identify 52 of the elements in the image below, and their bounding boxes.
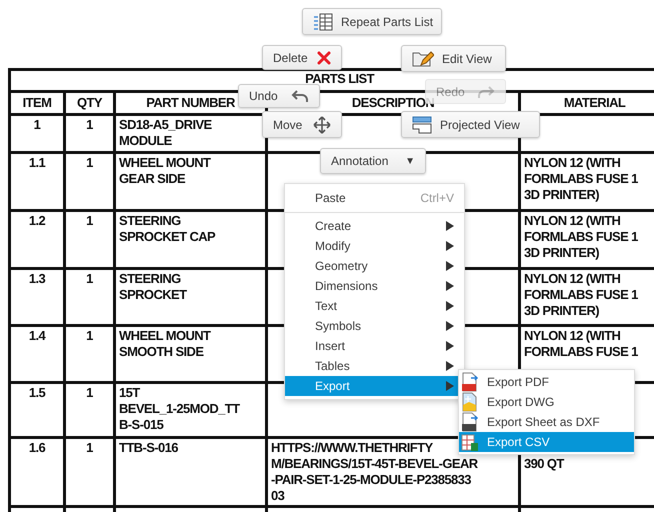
folder-pencil-icon xyxy=(412,50,434,68)
table-cell: 1.1 xyxy=(10,152,64,210)
column-header: QTY xyxy=(64,92,114,114)
menu-item[interactable]: Insert xyxy=(285,336,464,356)
table-cell: 1 xyxy=(64,114,114,152)
undo-icon xyxy=(291,89,309,103)
toolbar-button[interactable]: Delete xyxy=(262,45,342,70)
table-cell: 1 xyxy=(10,114,64,152)
shortcut-text: Ctrl+V xyxy=(420,190,454,206)
table-cell: STEERING SPROCKET CAP xyxy=(114,210,266,268)
table-cell: 1 xyxy=(64,268,114,326)
table-icon xyxy=(313,12,333,30)
table-cell: 1 xyxy=(64,438,114,506)
close-icon xyxy=(317,50,331,64)
table-cell: WHEEL MOUNT GEAR SIDE xyxy=(114,152,266,210)
menu-item[interactable]: Modify xyxy=(285,236,464,256)
column-header: ITEM xyxy=(10,92,64,114)
table-cell: 1.5 xyxy=(10,382,64,438)
menu-item[interactable]: Export Sheet as DXF xyxy=(459,412,634,432)
menu-item[interactable]: Symbols xyxy=(285,316,464,336)
toolbar-button[interactable]: Move xyxy=(262,111,342,138)
menu-item[interactable]: Geometry xyxy=(285,256,464,276)
table-cell: 1 xyxy=(64,326,114,382)
table-cell: 1.2 xyxy=(10,210,64,268)
dwg-file-icon xyxy=(461,392,479,412)
caret-icon: ▼ xyxy=(405,154,415,168)
dxf-file-icon xyxy=(461,412,479,432)
menu-item[interactable]: Dimensions xyxy=(285,276,464,296)
toolbar-button[interactable]: Undo xyxy=(238,84,320,108)
menu-item[interactable]: Paste Ctrl+V xyxy=(285,187,464,213)
pdf-file-icon xyxy=(461,372,479,392)
table-cell: 1 xyxy=(64,152,114,210)
table-cell: 1 xyxy=(64,210,114,268)
move-icon xyxy=(313,116,331,134)
table-cell: 1.3 xyxy=(10,268,64,326)
table-cell: 1.4 xyxy=(10,326,64,382)
table-cell: 1.6 xyxy=(10,438,64,506)
projected-view-icon xyxy=(412,116,432,134)
toolbar-button[interactable]: Repeat Parts List xyxy=(302,8,442,35)
table-title: PARTS LIST xyxy=(305,72,374,86)
table-cell: 1 xyxy=(64,382,114,438)
toolbar-button[interactable]: Projected View xyxy=(401,111,540,138)
spreadsheet-icon xyxy=(461,432,479,452)
annotation-dropdown[interactable]: Annotation ▼ xyxy=(320,148,426,174)
redo-icon xyxy=(477,84,495,98)
menu-item[interactable]: Create xyxy=(285,216,464,236)
menu-item[interactable]: Text xyxy=(285,296,464,316)
table-cell: 15T BEVEL_1-25MOD_TT B-S-015 xyxy=(114,382,266,438)
table-cell: WHEEL MOUNT SMOOTH SIDE xyxy=(114,326,266,382)
table-cell: STEERING SPROCKET xyxy=(114,268,266,326)
toolbar-button[interactable]: Edit View xyxy=(401,45,506,72)
table-cell: TTB-S-016 xyxy=(114,438,266,506)
